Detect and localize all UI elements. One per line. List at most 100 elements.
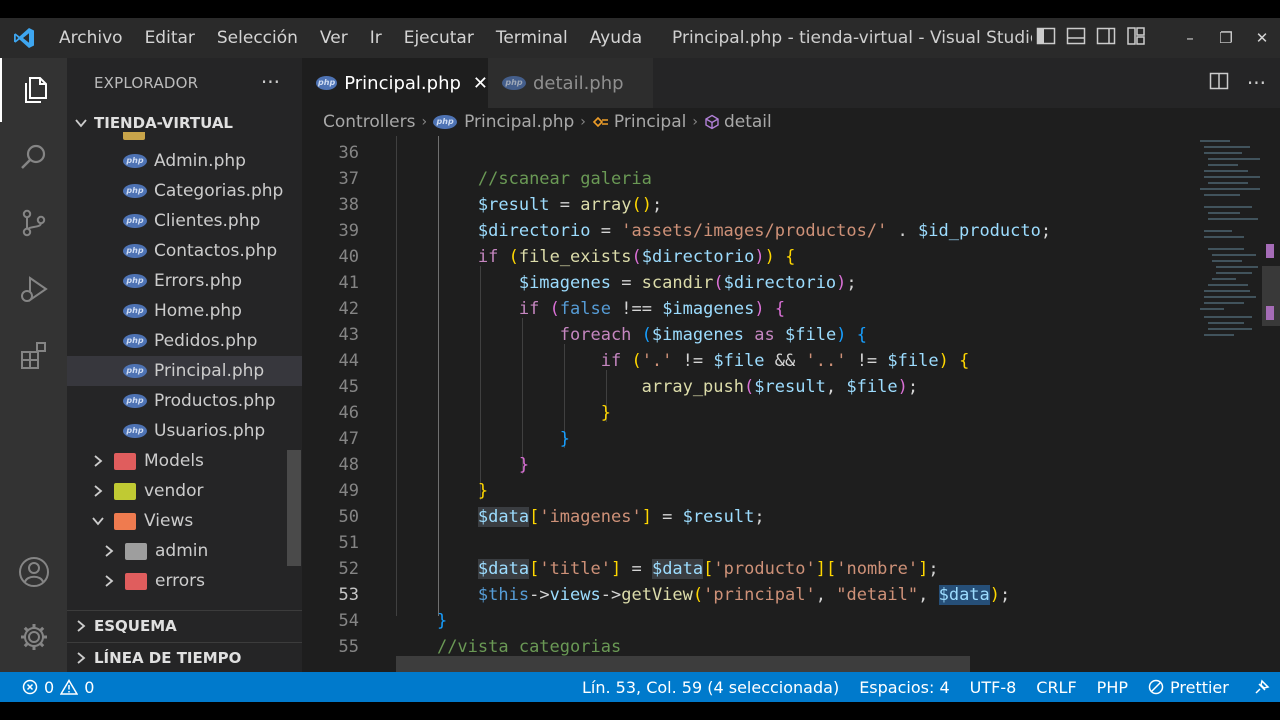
code-line: 38 $result = array(); xyxy=(302,192,1280,218)
activity-bar xyxy=(0,58,67,672)
minimap-line xyxy=(1208,322,1244,324)
chevron-right-icon: › xyxy=(421,114,428,130)
toggle-primary-sidebar-icon[interactable] xyxy=(1036,26,1056,50)
tree-item-file[interactable]: php Productos.php xyxy=(67,386,302,416)
problems-indicator[interactable]: 0 0 xyxy=(22,672,94,702)
php-file-icon: php xyxy=(433,115,458,129)
code-text: if (false !== $imagenes) { xyxy=(518,299,786,319)
line-number: 51 xyxy=(338,533,359,553)
minimap-line xyxy=(1208,182,1248,184)
code-line: 52 $data['title'] = $data['producto']['n… xyxy=(302,556,1280,582)
editor-horizontal-scrollbar[interactable] xyxy=(396,656,970,672)
php-file-icon: php xyxy=(123,214,147,228)
timeline-section-header[interactable]: LÍNEA DE TIEMPO xyxy=(67,642,302,672)
chevron-right-icon xyxy=(67,651,94,664)
files-icon[interactable] xyxy=(0,58,67,122)
tree-item-folder-admin[interactable]: admin xyxy=(67,536,302,566)
code-text: array_push($result, $file); xyxy=(641,377,919,397)
toggle-panel-icon[interactable] xyxy=(1066,26,1086,50)
close-window-button[interactable]: ✕ xyxy=(1244,18,1280,58)
tree-item-file[interactable]: php Pedidos.php xyxy=(67,326,302,356)
code-line: 36 xyxy=(302,140,1280,166)
tree-item-file[interactable]: php Errors.php xyxy=(67,266,302,296)
breadcrumb-item[interactable]: Principal xyxy=(614,112,686,132)
line-number: 50 xyxy=(338,507,359,527)
tree-item-folder-models[interactable]: Models xyxy=(67,446,302,476)
minimap-line xyxy=(1204,194,1240,196)
file-label: Contactos.php xyxy=(154,241,278,261)
menu-ir[interactable]: Ir xyxy=(359,18,393,58)
breadcrumb-item[interactable]: Principal.php xyxy=(464,112,574,132)
code-line: 47 } xyxy=(302,426,1280,452)
more-editor-actions-icon[interactable]: ··· xyxy=(1247,71,1266,95)
tab-principal-php[interactable]: php Principal.php ✕ xyxy=(302,58,488,108)
tree-item-file[interactable]: php Home.php xyxy=(67,296,302,326)
php-file-icon: php xyxy=(316,76,338,90)
sidebar-scrollbar[interactable] xyxy=(287,450,301,566)
breadcrumb-item[interactable]: detail xyxy=(724,112,772,132)
extensions-icon[interactable] xyxy=(0,323,67,387)
feedback-icon[interactable] xyxy=(1239,678,1280,696)
indentation-status[interactable]: Espacios: 4 xyxy=(849,678,959,697)
explorer-sidebar: EXPLORADOR ··· TIENDA-VIRTUAL php Admin.p… xyxy=(67,58,302,672)
minimap-line xyxy=(1212,260,1242,262)
menu-ver[interactable]: Ver xyxy=(309,18,359,58)
run-debug-icon[interactable] xyxy=(0,257,67,321)
cursor-position[interactable]: Lín. 53, Col. 59 (4 seleccionada) xyxy=(572,678,849,697)
folder-open-icon xyxy=(114,512,136,530)
menu-ejecutar[interactable]: Ejecutar xyxy=(393,18,485,58)
more-actions-icon[interactable]: ··· xyxy=(261,70,280,94)
restore-button[interactable]: ❐ xyxy=(1208,18,1244,58)
menu-seleccion[interactable]: Selección xyxy=(206,18,309,58)
folder-label: Models xyxy=(144,451,204,471)
search-icon[interactable] xyxy=(0,125,67,189)
source-control-icon[interactable] xyxy=(0,191,67,255)
tree-item-file[interactable]: php Contactos.php xyxy=(67,236,302,266)
customize-layout-icon[interactable] xyxy=(1126,26,1146,50)
code-line-current: 53 $this->views->getView('principal', "d… xyxy=(302,582,1280,608)
line-number: 36 xyxy=(338,143,359,163)
encoding-status[interactable]: UTF-8 xyxy=(960,678,1027,697)
tree-item-folder-vendor[interactable]: vendor xyxy=(67,476,302,506)
breadcrumb-item[interactable]: Controllers xyxy=(323,112,415,132)
menu-editar[interactable]: Editar xyxy=(134,18,206,58)
menu-archivo[interactable]: Archivo xyxy=(48,18,134,58)
chevron-right-icon: › xyxy=(580,114,586,130)
account-icon[interactable] xyxy=(0,540,67,604)
menu-terminal[interactable]: Terminal xyxy=(485,18,579,58)
minimap[interactable] xyxy=(1190,136,1280,672)
prettier-status[interactable]: Prettier xyxy=(1138,678,1239,697)
method-symbol-icon xyxy=(704,114,720,130)
line-number: 52 xyxy=(338,559,359,579)
tree-item-folder-views[interactable]: Views xyxy=(67,506,302,536)
tab-label: detail.php xyxy=(533,72,624,94)
code-editor[interactable]: 36 37 //scanear galeria 38 $result = arr… xyxy=(302,136,1280,672)
language-mode[interactable]: PHP xyxy=(1087,678,1138,697)
folder-label: vendor xyxy=(144,481,204,501)
minimap-line xyxy=(1208,284,1248,286)
code-line: 40 if (file_exists($directorio)) { xyxy=(302,244,1280,270)
eol-status[interactable]: CRLF xyxy=(1026,678,1086,697)
tree-item-file[interactable]: php Admin.php xyxy=(67,146,302,176)
tree-item-file[interactable]: php Categorias.php xyxy=(67,176,302,206)
code-line: 50 $data['imagenes'] = $result; xyxy=(302,504,1280,530)
tree-item-file[interactable]: php Clientes.php xyxy=(67,206,302,236)
split-editor-icon[interactable] xyxy=(1209,71,1229,95)
toggle-secondary-sidebar-icon[interactable] xyxy=(1096,26,1116,50)
tree-item-file[interactable]: php Usuarios.php xyxy=(67,416,302,446)
close-tab-icon[interactable]: ✕ xyxy=(473,73,488,94)
chevron-right-icon xyxy=(92,455,114,467)
line-number: 48 xyxy=(338,455,359,475)
php-file-icon: php xyxy=(123,364,147,378)
code-text: } xyxy=(600,403,611,423)
outline-section-header[interactable]: ESQUEMA xyxy=(67,611,302,641)
tree-item-file-selected[interactable]: php Principal.php xyxy=(67,356,302,386)
tab-detail-php[interactable]: php detail.php xyxy=(488,58,653,108)
chevron-right-icon xyxy=(103,545,125,557)
code-text: //scanear galeria xyxy=(477,169,652,189)
settings-gear-icon[interactable] xyxy=(0,605,67,669)
minimize-button[interactable]: – xyxy=(1172,18,1208,58)
menu-ayuda[interactable]: Ayuda xyxy=(579,18,654,58)
tree-item-folder-errors[interactable]: errors xyxy=(67,566,302,596)
minimap-selection-marker xyxy=(1266,306,1274,320)
